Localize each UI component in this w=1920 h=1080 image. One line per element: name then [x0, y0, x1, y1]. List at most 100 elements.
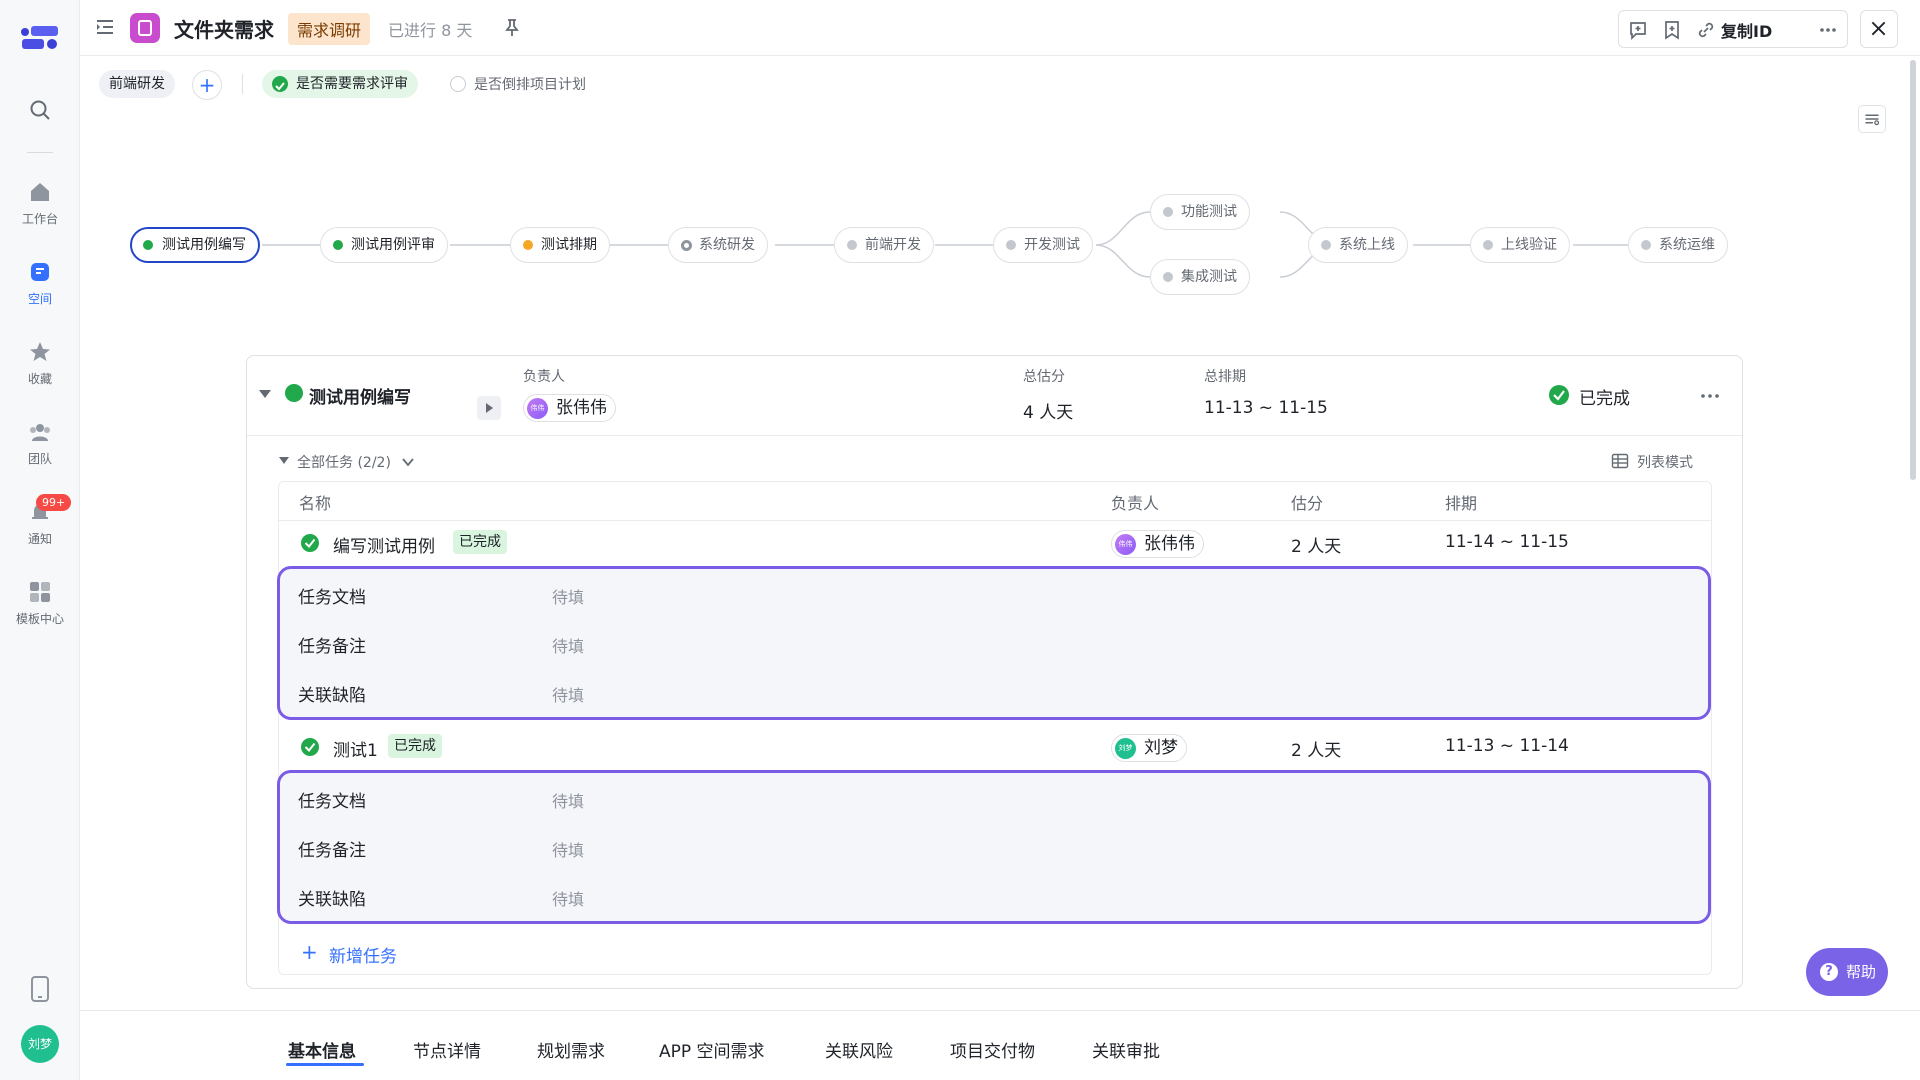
- table-row[interactable]: 编写测试用例 已完成 伟伟 张伟伟 2 人天 11-14 ~ 11-15: [279, 522, 1711, 566]
- status-dot: [1006, 240, 1016, 250]
- home-icon: [31, 183, 49, 201]
- detail-label-note: 任务备注: [298, 637, 366, 657]
- task-owner[interactable]: 伟伟 张伟伟: [1111, 530, 1204, 558]
- scrollbar[interactable]: [1910, 60, 1916, 480]
- tab-planned-requirements[interactable]: 规划需求: [537, 1037, 605, 1062]
- copy-id-button[interactable]: 复制ID: [1721, 18, 1772, 42]
- stage-card-header: 测试用例编写 负责人 伟伟 张伟伟 总估分 4 人天 总排期 11-13 ~ 1…: [247, 356, 1742, 436]
- flow-node-system-launch[interactable]: 系统上线: [1308, 227, 1408, 263]
- rail-item-workbench[interactable]: 工作台: [0, 180, 80, 227]
- logo-icon[interactable]: [20, 22, 60, 54]
- link-icon[interactable]: [1695, 19, 1717, 41]
- rail-label: 团队: [27, 452, 52, 466]
- detail-value-note[interactable]: 待填: [552, 837, 584, 861]
- flow-node-system-ops[interactable]: 系统运维: [1628, 227, 1728, 263]
- review-option-checked[interactable]: 是否需要需求评审: [262, 70, 418, 98]
- help-button[interactable]: ? 帮助: [1806, 948, 1888, 996]
- active-tab-indicator: [286, 1063, 364, 1066]
- owner-name: 张伟伟: [1144, 534, 1195, 554]
- review-option-label: 是否需要需求评审: [296, 76, 408, 92]
- detail-value-doc[interactable]: 待填: [552, 584, 584, 608]
- task-detail-panel: 任务文档 待填 任务备注 待填 关联缺陷 待填: [277, 566, 1711, 720]
- task-name[interactable]: 编写测试用例: [333, 532, 435, 557]
- node-label: 系统上线: [1339, 237, 1395, 253]
- node-label: 上线验证: [1501, 237, 1557, 253]
- elapsed-text: 已进行 8 天: [388, 21, 473, 40]
- more-icon[interactable]: [1817, 19, 1839, 41]
- plus-icon: +: [301, 940, 318, 964]
- flow-node-test-case-writing[interactable]: 测试用例编写: [130, 227, 260, 263]
- detail-label-doc: 任务文档: [298, 588, 366, 608]
- table-icon: [1611, 453, 1629, 469]
- node-label: 系统运维: [1659, 237, 1715, 253]
- search-icon: [30, 100, 50, 120]
- star-icon: [30, 342, 50, 361]
- rail-item-space[interactable]: 空间: [0, 260, 80, 307]
- flow-node-integration-testing[interactable]: 集成测试: [1150, 259, 1250, 295]
- add-task-button[interactable]: + 新增任务: [301, 940, 397, 967]
- detail-label-doc: 任务文档: [298, 792, 366, 812]
- flow-node-test-scheduling[interactable]: 测试排期: [510, 227, 610, 263]
- tab-app-space-requirements[interactable]: APP 空间需求: [659, 1037, 765, 1062]
- schedule-label: 总排期: [1204, 369, 1246, 385]
- list-mode-button[interactable]: 列表模式: [1611, 452, 1693, 472]
- bookmark-add-icon[interactable]: [1661, 19, 1683, 41]
- flow-node-frontend-dev[interactable]: 前端开发: [834, 227, 934, 263]
- check-circle-icon: [301, 738, 319, 756]
- flow-node-system-dev[interactable]: 系统研发: [668, 227, 768, 263]
- tab-related-approvals[interactable]: 关联审批: [1092, 1037, 1160, 1062]
- detail-value-note[interactable]: 待填: [552, 633, 584, 657]
- help-icon: ?: [1820, 963, 1838, 981]
- team-chip[interactable]: 前端研发: [99, 70, 175, 98]
- stage-tag[interactable]: 需求调研: [288, 13, 371, 45]
- stage-status[interactable]: 已完成: [1549, 384, 1630, 409]
- rail-item-favorites[interactable]: 收藏: [0, 340, 80, 387]
- mobile-icon[interactable]: [30, 976, 50, 1002]
- collapse-sidebar-icon[interactable]: [94, 16, 116, 38]
- grid-icon: [30, 582, 50, 602]
- space-icon: [31, 263, 49, 281]
- rail-search[interactable]: [0, 98, 80, 128]
- estimate-label: 总估分: [1023, 369, 1065, 385]
- rail-item-templates[interactable]: 模板中心: [0, 580, 80, 627]
- flow-node-test-case-review[interactable]: 测试用例评审: [320, 227, 448, 263]
- detail-value-defect[interactable]: 待填: [552, 682, 584, 706]
- rail-item-team[interactable]: 团队: [0, 420, 80, 467]
- tab-node-details[interactable]: 节点详情: [413, 1037, 481, 1062]
- status-badge: 已完成: [388, 734, 442, 758]
- rail-item-notifications[interactable]: 通知 99+: [0, 494, 80, 547]
- play-icon[interactable]: [477, 396, 501, 420]
- header-divider: [279, 520, 1711, 521]
- all-tasks-toggle[interactable]: 全部任务 (2/2): [279, 452, 415, 472]
- tab-deliverables[interactable]: 项目交付物: [950, 1037, 1035, 1062]
- filter-settings-icon[interactable]: [1858, 105, 1886, 133]
- pin-icon[interactable]: [502, 17, 522, 37]
- tab-related-risks[interactable]: 关联风险: [825, 1037, 893, 1062]
- plan-option[interactable]: 是否倒排项目计划: [450, 74, 586, 94]
- task-owner[interactable]: 刘梦 刘梦: [1111, 734, 1187, 762]
- add-chip-button[interactable]: +: [192, 70, 222, 100]
- table-row[interactable]: 测试1 已完成 刘梦 刘梦 2 人天 11-13 ~ 11-14: [279, 726, 1711, 770]
- tab-basic-info[interactable]: 基本信息: [288, 1037, 356, 1062]
- task-name[interactable]: 测试1: [333, 736, 378, 761]
- more-icon[interactable]: [1699, 386, 1721, 406]
- page-header: 文件夹需求 需求调研 已进行 8 天 复制ID: [80, 0, 1920, 56]
- add-comment-icon[interactable]: [1627, 19, 1649, 41]
- list-mode-label: 列表模式: [1637, 455, 1693, 471]
- column-header-estimate: 估分: [1291, 494, 1324, 513]
- status-dot: [1641, 240, 1651, 250]
- flow-node-launch-verification[interactable]: 上线验证: [1470, 227, 1570, 263]
- node-label: 开发测试: [1024, 237, 1080, 253]
- task-schedule: 11-13 ~ 11-14: [1445, 736, 1569, 756]
- collapse-caret-icon[interactable]: [259, 390, 271, 398]
- stage-owner[interactable]: 伟伟 张伟伟: [523, 394, 616, 422]
- left-rail: 工作台 空间 收藏 团队 通知 99+ 模板中心 刘梦: [0, 0, 80, 1080]
- team-icon: [30, 424, 50, 441]
- flow-node-function-testing[interactable]: 功能测试: [1150, 194, 1250, 230]
- detail-value-defect[interactable]: 待填: [552, 886, 584, 910]
- detail-label-note: 任务备注: [298, 841, 366, 861]
- flow-node-dev-testing[interactable]: 开发测试: [993, 227, 1093, 263]
- detail-value-doc[interactable]: 待填: [552, 788, 584, 812]
- user-avatar[interactable]: 刘梦: [21, 1025, 59, 1063]
- close-button[interactable]: [1860, 10, 1898, 48]
